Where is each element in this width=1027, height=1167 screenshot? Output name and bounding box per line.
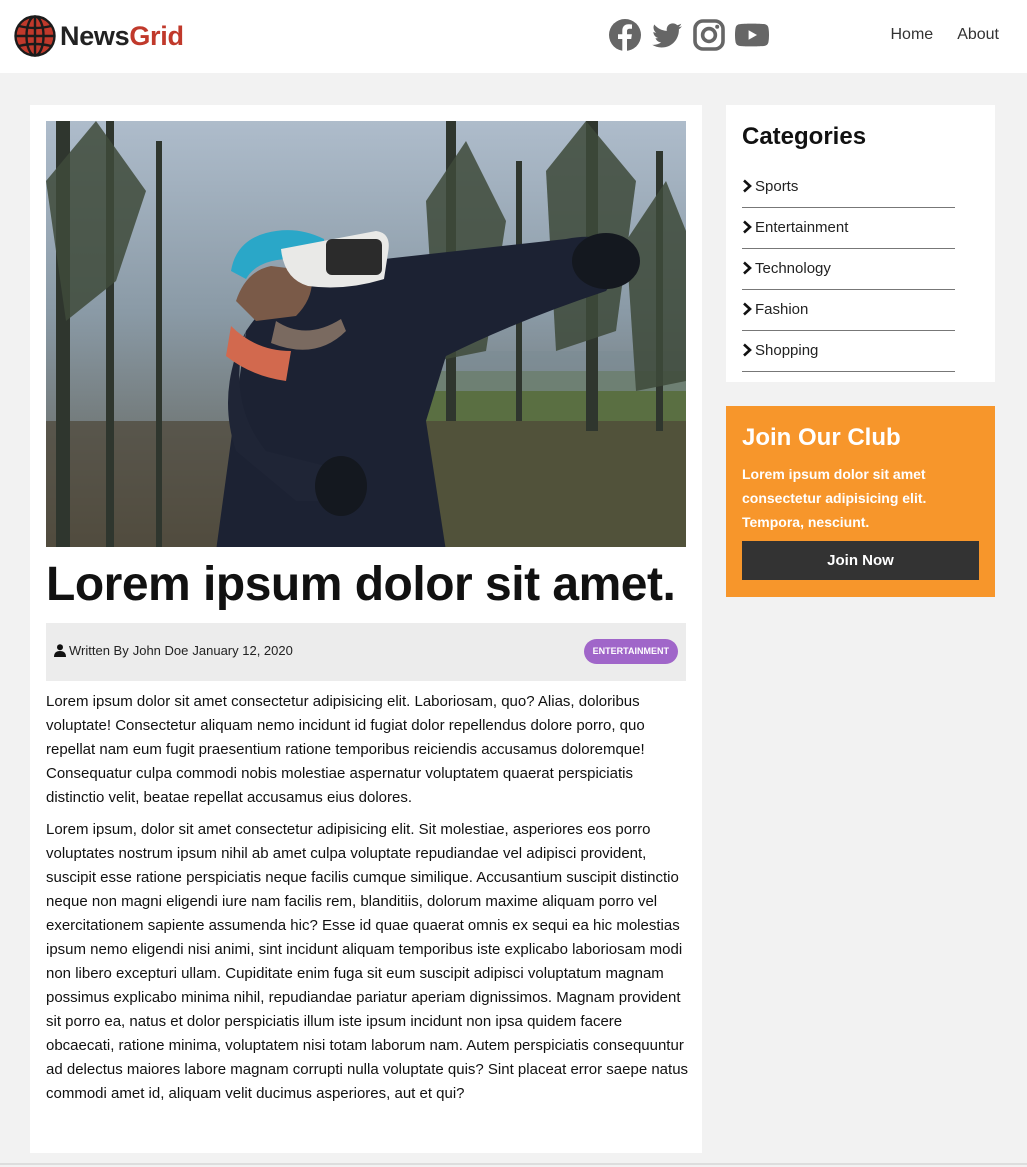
categories-title: Categories [742, 123, 867, 150]
article-meta: Written By John Doe January 12, 2020 ENT… [46, 623, 686, 681]
twitter-icon[interactable] [650, 18, 684, 52]
social-links [608, 18, 770, 52]
page-bottom-divider [0, 1163, 1027, 1165]
chevron-right-icon [743, 302, 752, 316]
main-nav: Home About [867, 26, 1000, 44]
facebook-icon[interactable] [608, 18, 642, 52]
top-navbar: NewsGrid Home About [0, 0, 1027, 73]
club-text: Lorem ipsum dolor sit amet consectetur a… [742, 466, 927, 530]
article-title: Lorem ipsum dolor sit amet. [46, 558, 676, 611]
club-title: Join Our Club [742, 424, 901, 451]
youtube-icon[interactable] [734, 18, 770, 52]
category-item-fashion[interactable]: Fashion [742, 290, 955, 331]
categories-list: Sports Entertainment Technology Fashion … [742, 167, 955, 372]
site-logo[interactable]: NewsGrid [14, 15, 184, 57]
globe-icon [14, 15, 56, 57]
category-item-sports[interactable]: Sports [742, 167, 955, 208]
join-now-button[interactable]: Join Now [742, 541, 979, 580]
category-label: Fashion [755, 300, 809, 318]
instagram-icon[interactable] [692, 18, 726, 52]
join-club-card: Join Our Club Lorem ipsum dolor sit amet… [726, 406, 995, 597]
chevron-right-icon [743, 220, 752, 234]
chevron-right-icon [743, 343, 752, 357]
author-line: Written By John Doe January 12, 2020 [54, 643, 293, 658]
author-prefix: Written By [69, 643, 129, 658]
category-item-technology[interactable]: Technology [742, 249, 955, 290]
article-body: Lorem ipsum dolor sit amet consectetur a… [46, 690, 689, 1114]
logo-text: NewsGrid [60, 21, 184, 52]
article-card: Lorem ipsum dolor sit amet. Written By J… [30, 105, 702, 1153]
logo-text-part1: News [60, 20, 130, 51]
user-icon [54, 644, 66, 657]
category-label: Shopping [755, 341, 819, 359]
category-item-shopping[interactable]: Shopping [742, 331, 955, 372]
category-badge[interactable]: ENTERTAINMENT [583, 639, 678, 664]
article-paragraph: Lorem ipsum, dolor sit amet consectetur … [46, 821, 689, 1102]
chevron-right-icon [743, 179, 752, 193]
nav-about[interactable]: About [957, 26, 999, 44]
author-name: John Doe [132, 643, 189, 658]
article-hero-image [46, 121, 686, 547]
article-paragraph: Lorem ipsum dolor sit amet consectetur a… [46, 693, 645, 806]
category-label: Entertainment [755, 218, 849, 236]
nav-home[interactable]: Home [891, 26, 934, 44]
category-label: Sports [755, 177, 799, 195]
categories-card: Categories Sports Entertainment Technolo… [726, 105, 995, 382]
article-date: January 12, 2020 [192, 643, 293, 658]
logo-text-part2: Grid [129, 20, 184, 51]
category-label: Technology [755, 259, 831, 277]
chevron-right-icon [743, 261, 752, 275]
category-item-entertainment[interactable]: Entertainment [742, 208, 955, 249]
